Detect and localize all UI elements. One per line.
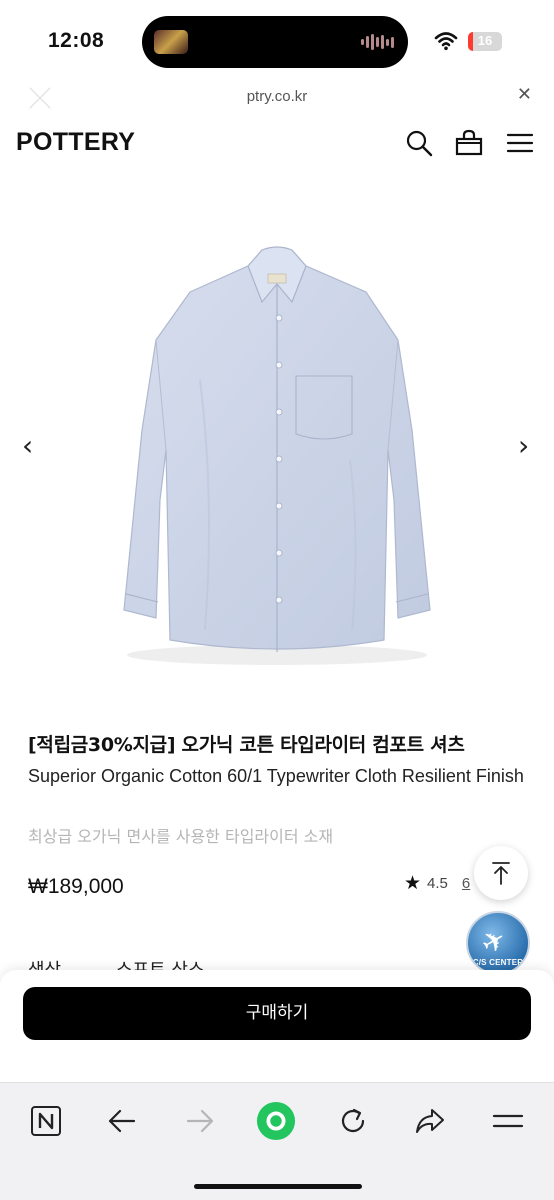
forward-arrow-icon bbox=[186, 1109, 214, 1133]
product-description: 최상급 오가닉 면사를 사용한 타입라이터 소재 bbox=[28, 827, 334, 846]
rating-value: 4.5 bbox=[427, 874, 448, 892]
green-home-icon bbox=[256, 1101, 296, 1141]
browser-toolbar bbox=[0, 1082, 554, 1200]
search-icon[interactable] bbox=[404, 128, 434, 158]
cs-center-badge[interactable]: ✈ C/S CENTER bbox=[466, 911, 530, 975]
share-icon bbox=[416, 1109, 444, 1133]
status-bar: 12:08 16 bbox=[0, 0, 554, 86]
airplane-icon: ✈ bbox=[475, 921, 513, 962]
home-indicator[interactable] bbox=[194, 1184, 362, 1189]
audio-wave-icon bbox=[361, 33, 394, 51]
site-logo[interactable]: POTTERY bbox=[16, 128, 135, 157]
product-rating[interactable]: ★ 4.5 6 bbox=[404, 872, 470, 894]
now-playing-thumbnail bbox=[154, 30, 188, 54]
product-price: ₩189,000 bbox=[28, 875, 124, 898]
url-text[interactable]: ptry.co.kr bbox=[0, 88, 554, 105]
more-menu-button[interactable] bbox=[488, 1101, 528, 1141]
green-home-button[interactable] bbox=[256, 1101, 296, 1141]
purchase-bottom-sheet: 구매하기 bbox=[0, 970, 554, 1082]
product-image-shirt[interactable] bbox=[0, 200, 554, 690]
menu-icon[interactable] bbox=[505, 128, 535, 158]
more-menu-icon bbox=[492, 1114, 524, 1128]
wifi-icon bbox=[434, 32, 458, 51]
status-time: 12:08 bbox=[48, 29, 105, 52]
browser-url-bar[interactable]: ptry.co.kr ✕ bbox=[0, 82, 554, 112]
carousel-next-icon[interactable]: › bbox=[518, 432, 529, 460]
dismiss-url-icon[interactable]: ✕ bbox=[517, 84, 532, 105]
refresh-icon bbox=[341, 1108, 365, 1133]
arrow-up-icon bbox=[492, 862, 510, 885]
product-subtitle: Superior Organic Cotton 60/1 Typewriter … bbox=[28, 766, 524, 786]
battery-indicator: 16 bbox=[468, 32, 502, 51]
battery-level: 16 bbox=[477, 33, 493, 48]
site-header: POTTERY bbox=[0, 118, 554, 170]
cs-center-label: C/S CENTER bbox=[472, 958, 524, 967]
forward-button[interactable] bbox=[180, 1101, 220, 1141]
refresh-button[interactable] bbox=[333, 1101, 373, 1141]
back-arrow-icon bbox=[108, 1109, 136, 1133]
product-title: [적립금30%지급] 오가닉 코튼 타입라이터 컴포트 셔츠 bbox=[28, 734, 465, 756]
review-count-link[interactable]: 6 bbox=[462, 875, 470, 892]
share-button[interactable] bbox=[410, 1101, 450, 1141]
naver-n-icon bbox=[31, 1106, 61, 1136]
buy-button[interactable]: 구매하기 bbox=[23, 987, 531, 1040]
carousel-prev-icon[interactable]: ‹ bbox=[22, 432, 33, 460]
naver-n-button[interactable] bbox=[26, 1101, 66, 1141]
bag-icon[interactable] bbox=[454, 128, 484, 158]
back-button[interactable] bbox=[102, 1101, 142, 1141]
star-icon: ★ bbox=[404, 872, 422, 894]
dynamic-island bbox=[142, 16, 408, 68]
option-row-color[interactable]: 색상 소프트 삭스 bbox=[28, 952, 448, 972]
scroll-to-top-button[interactable] bbox=[474, 846, 528, 900]
